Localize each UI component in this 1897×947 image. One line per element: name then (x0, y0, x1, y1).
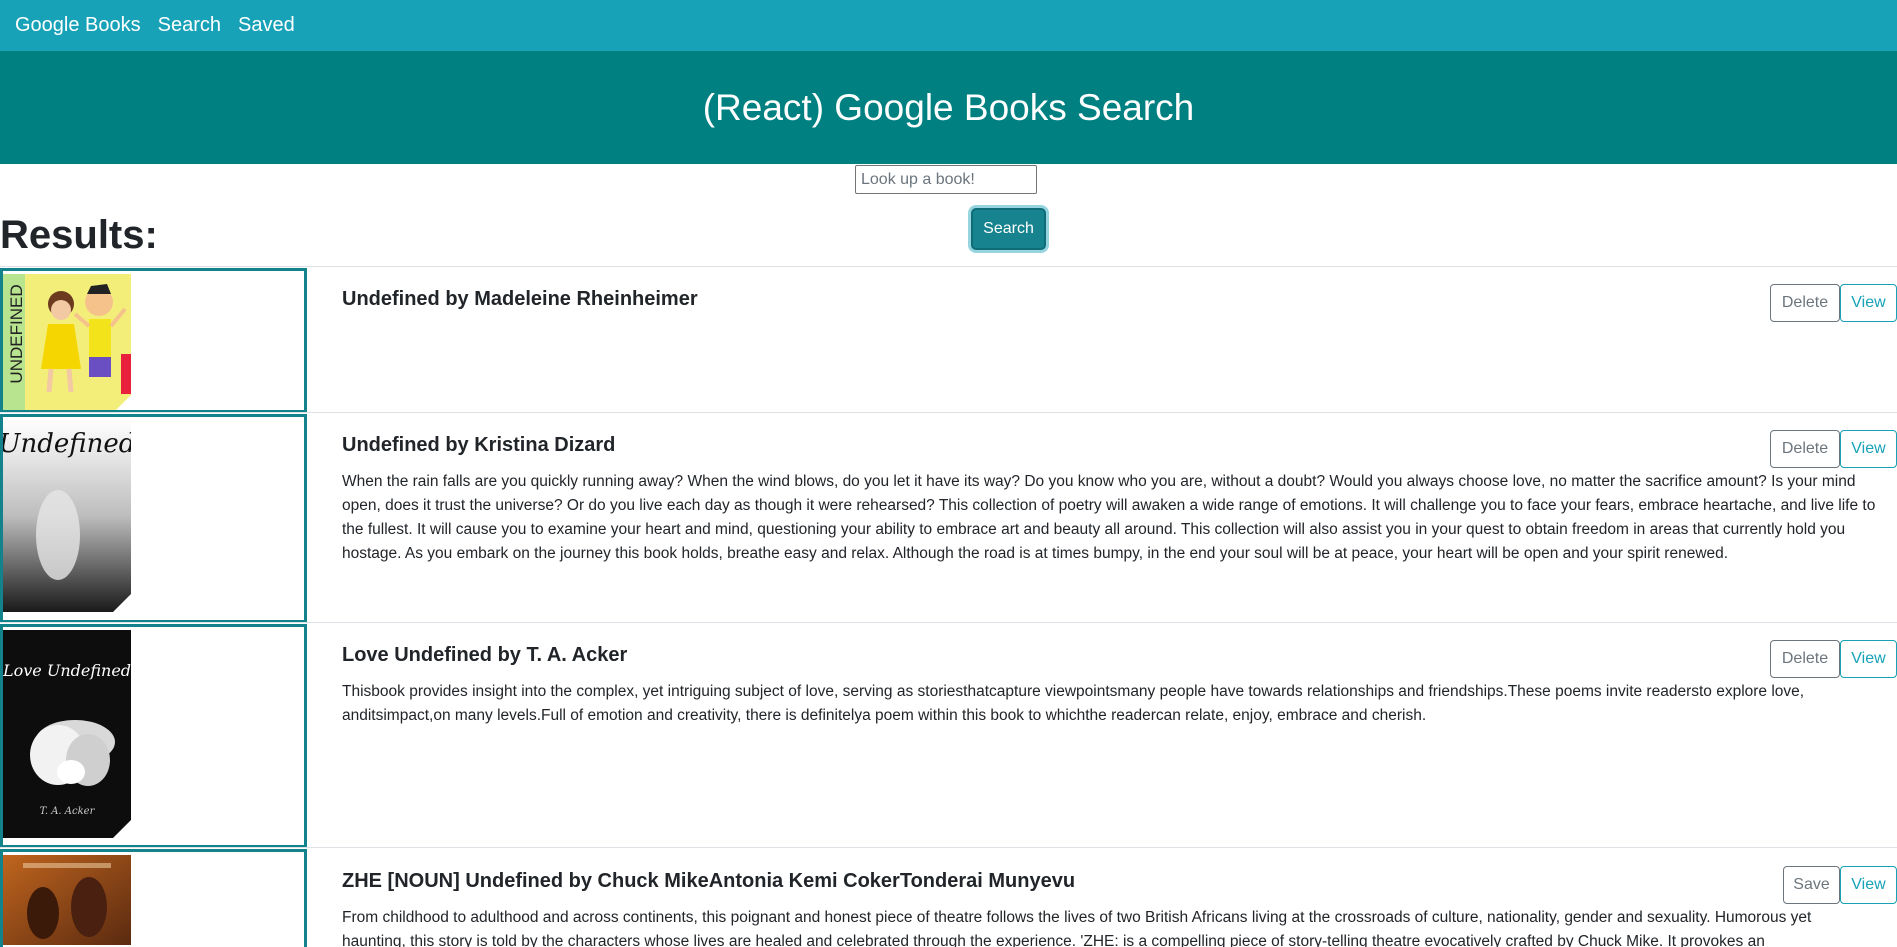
list-item: Undefined Undefined by Kristina Dizard W… (0, 412, 1897, 623)
view-button[interactable]: View (1840, 284, 1897, 322)
delete-button[interactable]: Delete (1770, 640, 1840, 678)
book-thumbnail: Love Undefined T. A. Acker (0, 624, 307, 848)
nav-saved-link[interactable]: Saved (238, 14, 295, 37)
book-title: ZHE [NOUN] Undefined by Chuck MikeAntoni… (342, 870, 1076, 892)
results-heading: Results: (0, 213, 158, 257)
book-cover-image: Love Undefined T. A. Acker (3, 630, 131, 838)
book-title: Undefined by Kristina Dizard (342, 434, 616, 456)
book-thumbnail: UNDEFINED (0, 268, 307, 413)
nav-brand-link[interactable]: Google Books (15, 14, 141, 37)
book-thumbnail (0, 849, 307, 947)
list-item: ZHE [NOUN] Undefined by Chuck MikeAntoni… (0, 847, 1897, 947)
book-cover-image: Undefined (3, 420, 131, 612)
list-item: UNDEFINED Undefined by Madeleine Rheinhe… (0, 266, 1897, 413)
book-description: Thisbook provides insight into the compl… (342, 683, 1805, 724)
search-input[interactable] (855, 165, 1037, 194)
book-title: Undefined by Madeleine Rheinheimer (342, 288, 698, 310)
book-description: When the rain falls are you quickly runn… (342, 473, 1876, 562)
book-title: Love Undefined by T. A. Acker (342, 644, 628, 666)
book-cover-image (3, 855, 131, 945)
list-item: Love Undefined T. A. Acker Love Undefine… (0, 622, 1897, 848)
book-cover-image: UNDEFINED (3, 274, 131, 410)
save-button[interactable]: Save (1783, 866, 1840, 904)
delete-button[interactable]: Delete (1770, 284, 1840, 322)
page-header: (React) Google Books Search (0, 51, 1897, 164)
search-button[interactable]: Search (971, 208, 1046, 250)
nav-search-link[interactable]: Search (158, 14, 221, 37)
cover-title-text: Undefined (3, 429, 131, 459)
navbar: Google Books Search Saved (0, 0, 1897, 51)
cover-title-text: Love Undefined (3, 661, 131, 680)
view-button[interactable]: View (1840, 640, 1897, 678)
cover-title-text: UNDEFINED (7, 284, 26, 383)
view-button[interactable]: View (1840, 430, 1897, 468)
book-thumbnail: Undefined (0, 414, 307, 623)
page-title: (React) Google Books Search (702, 86, 1195, 128)
delete-button[interactable]: Delete (1770, 430, 1840, 468)
cover-author-text: T. A. Acker (40, 806, 96, 817)
view-button[interactable]: View (1840, 866, 1897, 904)
book-description: From childhood to adulthood and across c… (342, 909, 1812, 947)
